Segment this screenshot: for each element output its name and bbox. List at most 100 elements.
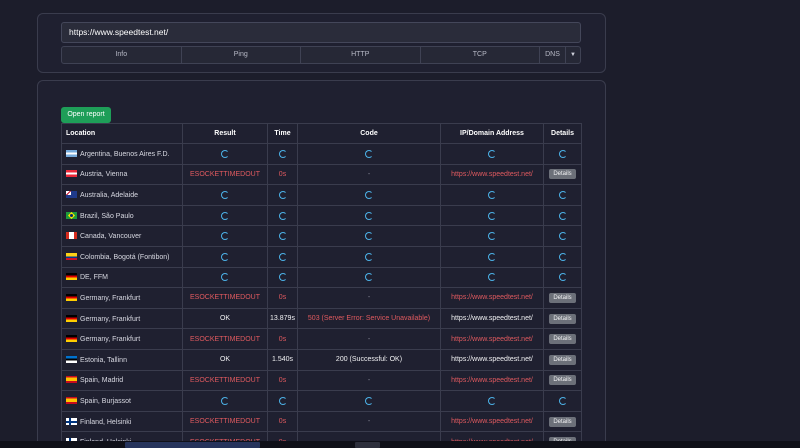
details-button[interactable]: Details xyxy=(549,375,576,386)
address-link[interactable]: https://www.speedtest.net/ xyxy=(451,377,533,384)
details-button[interactable]: Details xyxy=(549,334,576,345)
location-label: Germany, Frankfurt xyxy=(80,294,141,302)
germany-flag-icon xyxy=(66,314,77,322)
location-label: Finland, Helsinki xyxy=(80,418,132,426)
taskbar-app[interactable] xyxy=(125,442,260,448)
result-cell: OK xyxy=(182,307,268,330)
loading-spinner-icon xyxy=(365,252,373,261)
tab-tcp[interactable]: TCP xyxy=(421,47,540,63)
location-cell: Germany, Frankfurt xyxy=(61,328,183,350)
table-row: Australia, Adelaide xyxy=(61,184,582,206)
time-cell: 13.879s xyxy=(267,307,298,330)
loading-spinner-icon xyxy=(365,211,373,220)
address-cell: https://www.speedtest.net/ xyxy=(440,163,544,186)
result-cell xyxy=(182,204,268,227)
result-cell: ESOCKETTIMEDOUT xyxy=(182,163,268,186)
details-cell xyxy=(543,204,582,227)
location-cell: Argentina, Buenos Aires F.D. xyxy=(61,143,183,165)
open-report-button[interactable]: Open report xyxy=(61,107,111,123)
loading-spinner-icon xyxy=(365,190,373,199)
loading-spinner-icon xyxy=(488,252,496,261)
loading-spinner-icon xyxy=(221,232,229,241)
address-link[interactable]: https://www.speedtest.net/ xyxy=(451,418,533,425)
table-row: Spain, Burjassot xyxy=(61,390,582,412)
table-row: Spain, Madrid ESOCKETTIMEDOUT 0s - https://w… xyxy=(61,369,582,392)
address-link[interactable]: https://www.speedtest.net/ xyxy=(451,294,533,301)
time-cell: 0s xyxy=(267,410,298,433)
result-cell xyxy=(182,184,268,206)
location-label: Canada, Vancouver xyxy=(80,233,142,241)
taskbar-app[interactable] xyxy=(355,442,380,448)
loading-spinner-icon xyxy=(365,396,373,405)
address-cell xyxy=(440,266,544,289)
chevron-down-icon[interactable]: ▼ xyxy=(566,47,580,63)
loading-spinner-icon xyxy=(488,190,496,199)
header-result: Result xyxy=(182,123,268,144)
tab-dns[interactable]: DNS xyxy=(540,47,566,63)
loading-spinner-icon xyxy=(278,273,287,282)
code-value: 503 (Server Error: Service Unavailable) xyxy=(307,315,431,323)
url-input[interactable]: https://www.speedtest.net/ xyxy=(61,22,581,43)
location-cell: Germany, Frankfurt xyxy=(61,287,183,309)
header-location: Location xyxy=(61,123,183,144)
result-cell: ESOCKETTIMEDOUT xyxy=(182,369,268,392)
address-cell: https://www.speedtest.net/ xyxy=(440,348,544,371)
details-cell: Details xyxy=(543,348,582,371)
header-details: Details xyxy=(543,123,582,144)
time-value: 0s xyxy=(278,376,287,384)
result-cell: ESOCKETTIMEDOUT xyxy=(182,287,268,309)
time-cell xyxy=(267,245,298,268)
result-cell xyxy=(182,225,268,247)
germany-flag-icon xyxy=(66,335,77,343)
details-button[interactable]: Details xyxy=(549,292,576,303)
address-link[interactable]: https://www.speedtest.net/ xyxy=(451,336,533,343)
result-cell: OK xyxy=(182,348,268,371)
location-cell: Colombia, Bogotá (Fontibon) xyxy=(61,245,183,268)
details-button[interactable]: Details xyxy=(549,416,576,427)
code-cell xyxy=(297,184,441,206)
details-cell xyxy=(543,225,582,247)
location-label: Brazil, São Paulo xyxy=(80,212,134,220)
austria-flag-icon xyxy=(66,170,77,178)
time-value: 0s xyxy=(278,294,287,302)
location-label: Germany, Frankfurt xyxy=(80,315,141,323)
location-label: Austria, Vienna xyxy=(80,171,128,179)
result-value: ESOCKETTIMEDOUT xyxy=(189,418,260,426)
time-value: 0s xyxy=(278,170,287,178)
details-button[interactable]: Details xyxy=(549,354,576,365)
address-link[interactable]: https://www.speedtest.net/ xyxy=(451,315,533,322)
loading-spinner-icon xyxy=(488,149,496,158)
table-row: Germany, Frankfurt OK 13.879s 503 (Server E… xyxy=(61,307,582,330)
time-cell xyxy=(267,204,298,227)
location-cell: Estonia, Tallinn xyxy=(61,348,183,371)
details-cell: Details xyxy=(543,307,582,330)
result-value: OK xyxy=(219,315,231,323)
code-cell xyxy=(297,204,441,227)
code-cell: - xyxy=(297,328,441,350)
time-value: 1.540s xyxy=(271,356,294,364)
loading-spinner-icon xyxy=(221,273,229,282)
details-button[interactable]: Details xyxy=(549,313,576,324)
table-row: Estonia, Tallinn OK 1.540s 200 (Successful:… xyxy=(61,348,582,371)
tab-info[interactable]: Info xyxy=(62,47,182,63)
loading-spinner-icon xyxy=(278,252,287,261)
germany-flag-icon xyxy=(66,273,77,281)
header-time: Time xyxy=(267,123,298,144)
time-cell xyxy=(267,143,298,165)
address-link[interactable]: https://www.speedtest.net/ xyxy=(451,171,533,178)
time-cell: 0s xyxy=(267,328,298,350)
loading-spinner-icon xyxy=(488,396,496,405)
details-button[interactable]: Details xyxy=(549,169,576,180)
tab-ping[interactable]: Ping xyxy=(182,47,301,63)
details-cell xyxy=(543,184,582,206)
location-cell: Finland, Helsinki xyxy=(61,410,183,433)
location-label: Spain, Madrid xyxy=(80,377,124,385)
estonia-flag-icon xyxy=(66,355,77,363)
germany-flag-icon xyxy=(66,293,77,301)
loading-spinner-icon xyxy=(558,252,567,261)
details-cell xyxy=(543,143,582,165)
address-link[interactable]: https://www.speedtest.net/ xyxy=(451,356,533,363)
loading-spinner-icon xyxy=(221,149,229,158)
code-value: - xyxy=(367,335,371,343)
tab-http[interactable]: HTTP xyxy=(301,47,421,63)
